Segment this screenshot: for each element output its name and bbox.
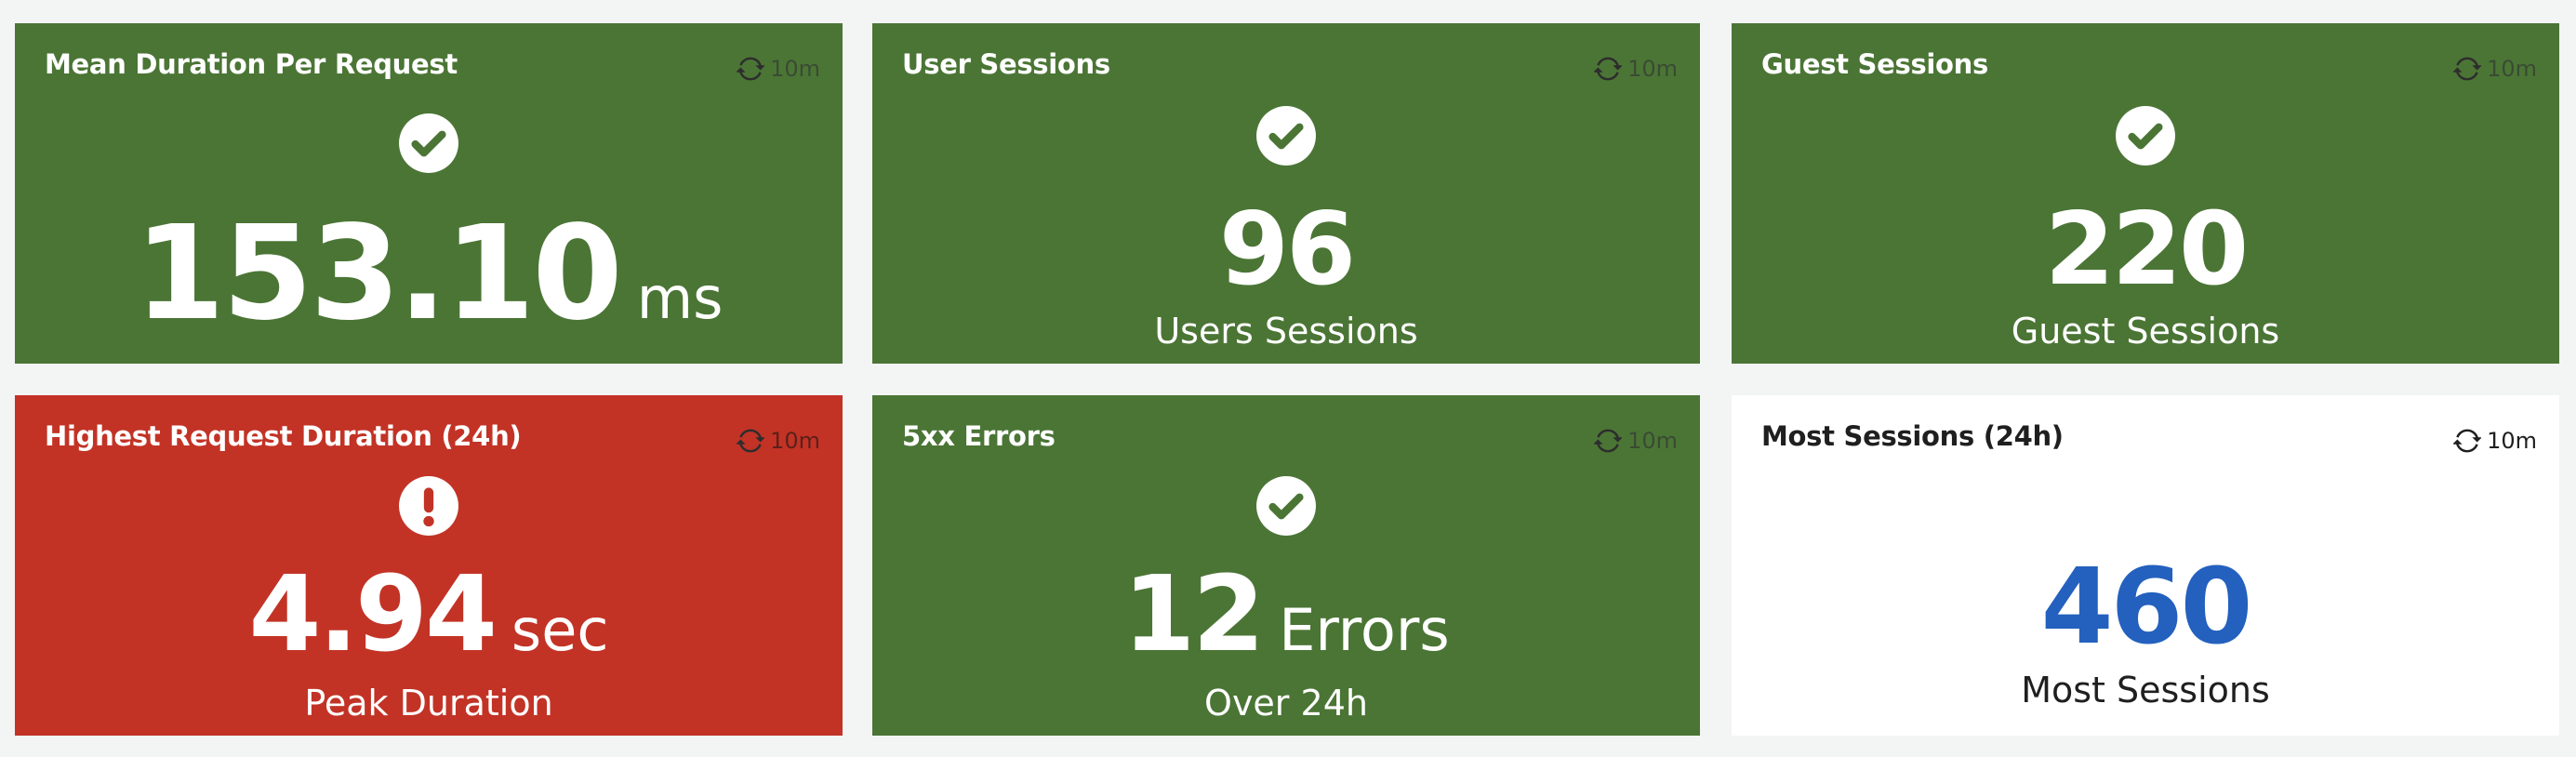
metric-value-row: 460 [1732,555,2559,659]
refresh-interval: 10m [770,56,820,82]
tile-mean-duration[interactable]: Mean Duration Per Request 10m 153.10 ms [15,23,843,364]
refresh-indicator[interactable]: 10m [2453,55,2537,83]
tile-highest-request-duration[interactable]: Highest Request Duration (24h) 10m 4.94 … [15,395,843,736]
tile-title: Highest Request Duration (24h) [45,420,522,452]
refresh-interval: 10m [1627,428,1678,454]
metric-unit: Errors [1279,596,1450,664]
metric-caption: Over 24h [1204,683,1368,724]
refresh-indicator[interactable]: 10m [737,427,820,455]
tile-most-sessions[interactable]: Most Sessions (24h) 10m 460 Most Session… [1732,395,2559,736]
refresh-indicator[interactable]: 10m [1594,427,1678,455]
refresh-icon[interactable] [2453,427,2482,455]
refresh-icon[interactable] [737,55,765,83]
refresh-interval: 10m [2487,56,2537,82]
tile-title: Mean Duration Per Request [45,48,458,80]
check-circle-icon [398,113,459,174]
metric-value-row: 4.94 sec [15,563,843,667]
metric-value-row: 220 [1732,200,2559,300]
metric-caption: Peak Duration [304,683,553,724]
metric-unit: ms [636,264,724,332]
tile-title: 5xx Errors [902,420,1056,452]
metric-value: 220 [2044,192,2249,308]
exclamation-circle-icon [398,475,459,537]
tile-guest-sessions[interactable]: Guest Sessions 10m 220 Guest Sessions [1732,23,2559,364]
metric-value-row: 96 [872,200,1700,300]
metric-value: 4.94 [248,554,498,675]
tile-title: User Sessions [902,48,1110,80]
metric-value: 460 [2040,547,2253,668]
metric-unit: sec [511,596,609,664]
metric-caption: Guest Sessions [2011,311,2280,352]
metric-value-row: 12 Errors [872,563,1700,667]
refresh-indicator[interactable]: 10m [737,55,820,83]
refresh-indicator[interactable]: 10m [2453,427,2537,455]
tile-user-sessions[interactable]: User Sessions 10m 96 Users Sessions [872,23,1700,364]
check-circle-icon [1255,475,1317,537]
refresh-icon[interactable] [737,427,765,455]
refresh-interval: 10m [770,428,820,454]
check-circle-icon [2115,105,2176,166]
metric-value: 96 [1218,192,1356,308]
tile-title: Most Sessions (24h) [1761,420,2064,452]
tile-title: Guest Sessions [1761,48,1988,80]
refresh-indicator[interactable]: 10m [1594,55,1678,83]
metric-caption: Users Sessions [1154,311,1418,352]
refresh-icon[interactable] [2453,55,2482,83]
refresh-icon[interactable] [1594,427,1623,455]
refresh-interval: 10m [2487,428,2537,454]
check-circle-icon [1255,105,1317,166]
refresh-icon[interactable] [1594,55,1623,83]
metric-value: 153.10 [134,198,623,350]
tile-5xx-errors[interactable]: 5xx Errors 10m 12 Errors Over 24h [872,395,1700,736]
metric-value-row: 153.10 ms [15,209,843,339]
metric-caption: Most Sessions [2021,670,2270,711]
refresh-interval: 10m [1627,56,1678,82]
metric-value: 12 [1122,554,1265,675]
